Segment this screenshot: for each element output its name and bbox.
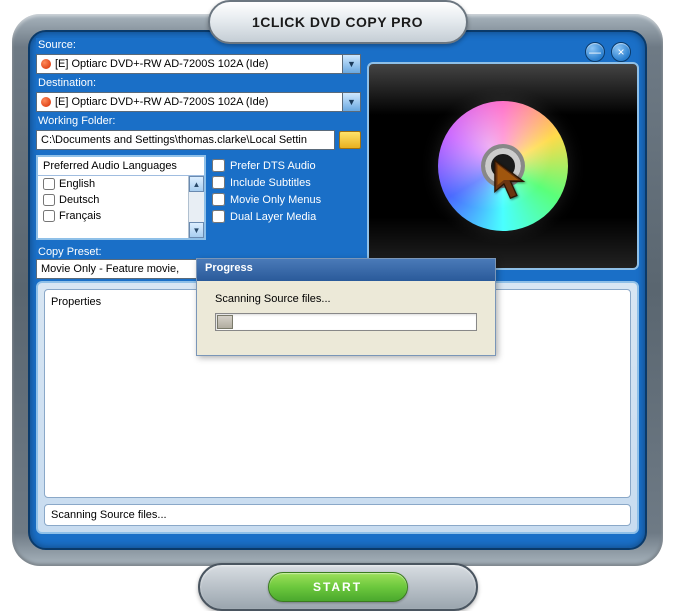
disc-status-icon — [41, 97, 51, 107]
audio-languages-header: Preferred Audio Languages — [38, 157, 204, 176]
app-title: 1CLICK DVD COPY PRO — [252, 14, 423, 30]
destination-label: Destination: — [36, 76, 361, 90]
progress-message: Scanning Source files... — [215, 293, 477, 305]
language-checkbox-deutsch[interactable] — [43, 194, 55, 206]
scroll-down-icon[interactable]: ▼ — [189, 222, 204, 238]
copy-preset-value: Movie Only - Feature movie, — [41, 263, 179, 275]
scrollbar[interactable]: ▲ ▼ — [188, 176, 204, 238]
status-bar: Scanning Source files... — [44, 504, 631, 526]
window-controls: — × — [585, 42, 631, 62]
start-button[interactable]: START — [268, 572, 408, 602]
status-text: Scanning Source files... — [51, 509, 167, 521]
list-item: Français — [38, 208, 204, 224]
destination-dropdown[interactable]: [E] Optiarc DVD+-RW AD-7200S 102A (Ide) … — [36, 92, 361, 112]
working-folder-input[interactable]: C:\Documents and Settings\thomas.clarke\… — [36, 130, 335, 150]
progress-title: Progress — [197, 259, 495, 281]
chevron-down-icon[interactable]: ▼ — [342, 93, 360, 111]
preview-panel — [367, 62, 639, 270]
option-dual-layer[interactable]: Dual Layer Media — [212, 210, 361, 223]
audio-languages-box: Preferred Audio Languages English Deutsc… — [36, 155, 206, 240]
title-bar: 1CLICK DVD COPY PRO — [208, 0, 468, 44]
destination-value: [E] Optiarc DVD+-RW AD-7200S 102A (Ide) — [55, 96, 342, 108]
progress-bar — [215, 313, 477, 331]
audio-languages-list[interactable]: English Deutsch Français ▲ ▼ — [38, 176, 204, 238]
cursor-icon — [492, 158, 534, 202]
chevron-down-icon[interactable]: ▼ — [342, 55, 360, 73]
folder-icon[interactable] — [339, 131, 361, 149]
working-folder-label: Working Folder: — [36, 114, 361, 128]
settings-panel: Source: [E] Optiarc DVD+-RW AD-7200S 102… — [36, 38, 361, 276]
options-group: Prefer DTS Audio Include Subtitles Movie… — [212, 155, 361, 240]
bottom-bar: START — [198, 563, 478, 611]
list-item: Deutsch — [38, 192, 204, 208]
progress-dialog: Progress Scanning Source files... — [196, 258, 496, 356]
copy-preset-label: Copy Preset: — [36, 245, 361, 259]
option-prefer-dts[interactable]: Prefer DTS Audio — [212, 159, 361, 172]
scroll-up-icon[interactable]: ▲ — [189, 176, 204, 192]
disc-status-icon — [41, 59, 51, 69]
list-item: English — [38, 176, 204, 192]
close-button[interactable]: × — [611, 42, 631, 62]
copy-preset-dropdown[interactable]: Movie Only - Feature movie, — [36, 259, 206, 279]
minimize-button[interactable]: — — [585, 42, 605, 62]
scroll-track[interactable] — [189, 192, 204, 222]
language-checkbox-francais[interactable] — [43, 210, 55, 222]
working-folder-value: C:\Documents and Settings\thomas.clarke\… — [41, 134, 334, 146]
option-movie-only-menus[interactable]: Movie Only Menus — [212, 193, 361, 206]
source-value: [E] Optiarc DVD+-RW AD-7200S 102A (Ide) — [55, 58, 342, 70]
option-include-subtitles[interactable]: Include Subtitles — [212, 176, 361, 189]
progress-bar-fill — [217, 315, 233, 329]
language-checkbox-english[interactable] — [43, 178, 55, 190]
source-dropdown[interactable]: [E] Optiarc DVD+-RW AD-7200S 102A (Ide) … — [36, 54, 361, 74]
